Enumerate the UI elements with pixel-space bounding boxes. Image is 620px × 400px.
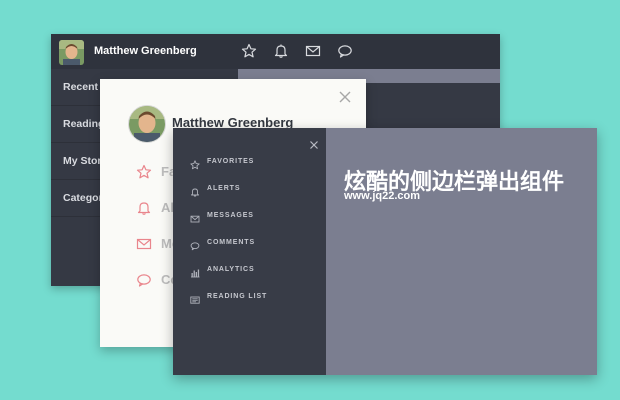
front-menu-label: MESSAGES bbox=[207, 212, 254, 219]
front-menu-label: COMMENTS bbox=[207, 239, 256, 246]
middle-avatar[interactable] bbox=[128, 105, 166, 143]
chat-icon[interactable] bbox=[337, 43, 353, 59]
star-icon bbox=[190, 157, 200, 170]
back-avatar[interactable] bbox=[59, 40, 84, 65]
front-menu-label: ANALYTICS bbox=[207, 266, 255, 273]
front-menu-label: ALERTS bbox=[207, 185, 241, 192]
star-icon[interactable] bbox=[241, 43, 257, 59]
star-icon bbox=[136, 164, 152, 180]
bell-icon[interactable] bbox=[273, 43, 289, 59]
bell-icon bbox=[190, 184, 200, 197]
close-icon[interactable] bbox=[338, 90, 352, 104]
book-icon bbox=[190, 292, 200, 304]
mail-icon bbox=[190, 211, 200, 223]
close-icon[interactable] bbox=[309, 137, 319, 149]
front-panel: FAVORITES ALERTS MESSAGES COMMENTS ANALY… bbox=[173, 128, 597, 375]
mail-icon bbox=[136, 236, 152, 252]
bell-icon bbox=[136, 200, 152, 216]
back-header: Matthew Greenberg bbox=[51, 34, 500, 69]
mail-icon[interactable] bbox=[305, 43, 321, 59]
front-menu-label: READING LIST bbox=[207, 293, 268, 300]
bar-chart-icon bbox=[190, 265, 200, 278]
chat-icon bbox=[190, 238, 200, 251]
back-user-name: Matthew Greenberg bbox=[94, 45, 197, 57]
front-sidebar: FAVORITES ALERTS MESSAGES COMMENTS ANALY… bbox=[173, 128, 326, 375]
site-url[interactable]: www.jq22.com bbox=[344, 190, 420, 202]
chat-icon bbox=[136, 272, 152, 288]
front-menu-label: FAVORITES bbox=[207, 158, 255, 165]
